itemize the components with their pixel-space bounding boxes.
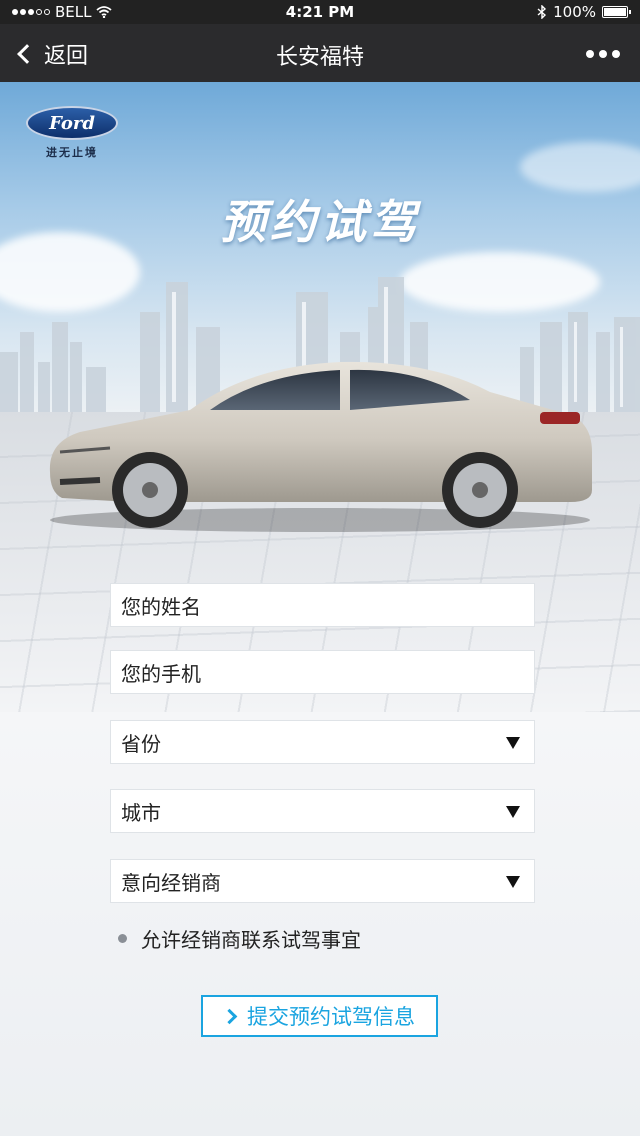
name-input[interactable]: 您的姓名 [110,583,535,627]
back-chevron-icon [17,44,37,64]
hero-title: 预约试驾 [220,195,420,249]
dealer-select[interactable]: 意向经销商 [110,859,535,903]
battery-icon [602,6,631,18]
car-image [49,361,593,532]
chevron-right-icon [221,1008,238,1024]
phone-placeholder: 您的手机 [121,661,201,686]
city-label: 城市 [121,800,161,825]
more-icon[interactable] [586,50,620,58]
phone-input[interactable]: 您的手机 [110,650,535,694]
name-placeholder: 您的姓名 [121,594,201,619]
caret-down-icon [506,737,520,749]
province-label: 省份 [121,731,161,756]
bluetooth-icon [537,5,547,19]
status-bar: BELL 4:21 PM 100% [0,0,640,24]
brand-slogan: 进无止境 [46,146,98,159]
dealer-label: 意向经销商 [121,870,221,895]
submit-button[interactable]: 提交预约试驾信息 [201,995,438,1037]
battery-percent: 100% [553,3,596,21]
battery-fill [604,8,626,16]
consent-text: 允许经销商联系试驾事宜 [141,928,361,952]
status-right: 100% [537,3,631,21]
ford-oval: Ford [26,106,118,140]
caret-down-icon [506,876,520,888]
back-label: 返回 [44,44,89,69]
consent-option[interactable]: 允许经销商联系试驾事宜 [118,924,361,953]
nav-bar: 返回 长安福特 [0,24,640,82]
caret-down-icon [506,806,520,818]
nav-title: 长安福特 [275,45,364,70]
submit-label: 提交预约试驾信息 [247,1005,415,1029]
ford-logo: Ford 进无止境 [26,106,118,159]
cloud [520,142,640,192]
radio-dot-icon [118,934,127,943]
back-button[interactable]: 返回 [16,38,88,70]
city-select[interactable]: 城市 [110,789,535,833]
province-select[interactable]: 省份 [110,720,535,764]
